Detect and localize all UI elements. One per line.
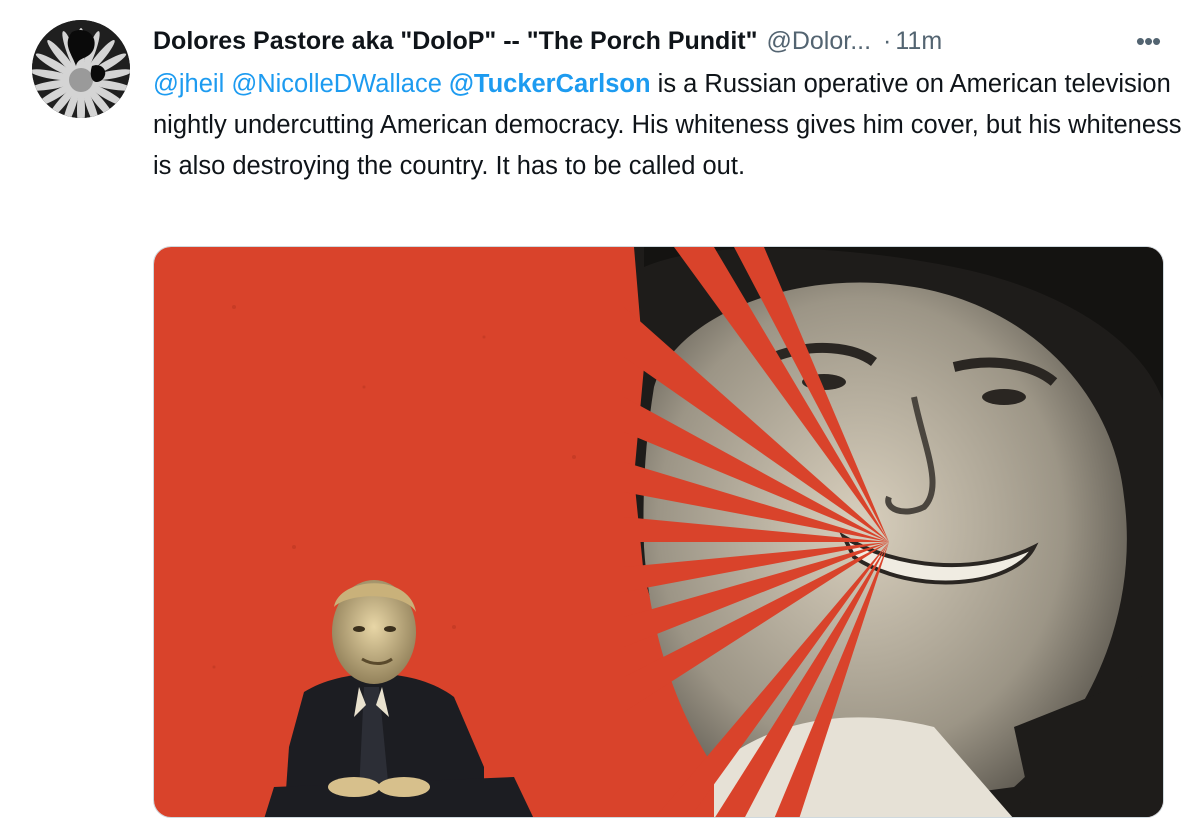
timestamp[interactable]: 11m [895,24,942,58]
more-horizontal-icon[interactable]: ••• [1124,24,1172,58]
mention-jheil[interactable]: @jheil [153,70,224,98]
tweet-header: Dolores Pastore aka "DoloP" -- "The Porc… [153,24,1173,58]
tweet-text-line1: is a Russian operative on [650,70,944,98]
tweet-text: @jheil @NicolleDWallace @TuckerCarlson i… [153,64,1183,187]
tweet-media-image[interactable] [153,246,1164,818]
mention-nicolledwallace[interactable]: @NicolleDWallace [231,70,442,98]
user-handle[interactable]: @Dolor... [766,24,871,58]
mention-tuckercarlson[interactable]: @TuckerCarlson [449,70,651,98]
display-name[interactable]: Dolores Pastore aka "DoloP" -- "The Porc… [153,24,757,58]
flower-avatar-icon [32,20,130,118]
tweet[interactable]: Dolores Pastore aka "DoloP" -- "The Porc… [0,0,1204,840]
poster-illustration [154,247,1163,817]
separator-dot: · [883,27,892,55]
avatar[interactable] [32,20,130,118]
